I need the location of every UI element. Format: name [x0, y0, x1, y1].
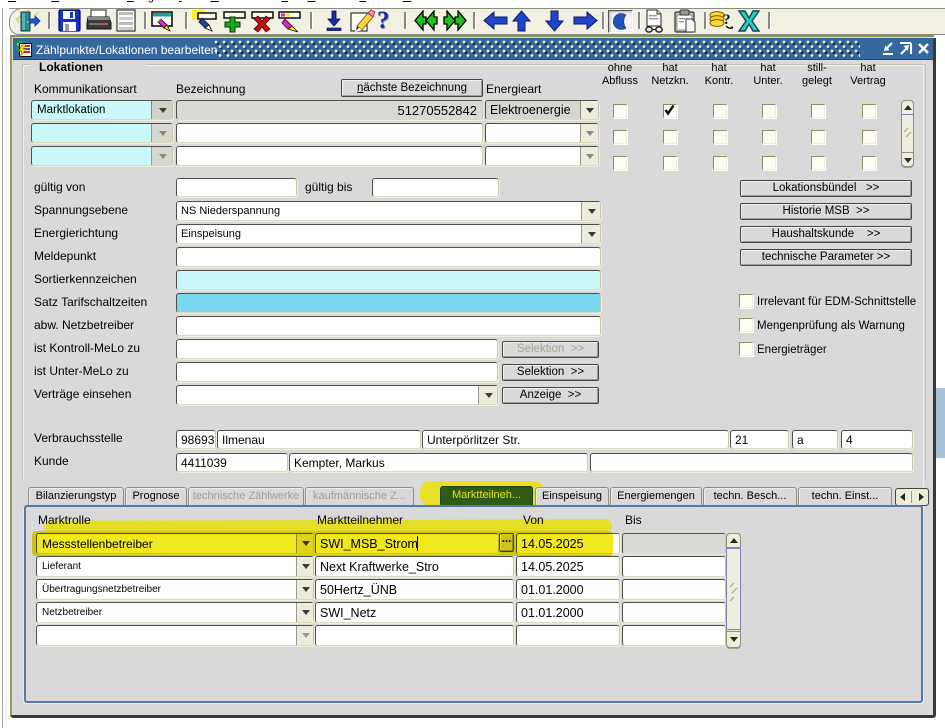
- svg-text:?: ?: [723, 12, 731, 28]
